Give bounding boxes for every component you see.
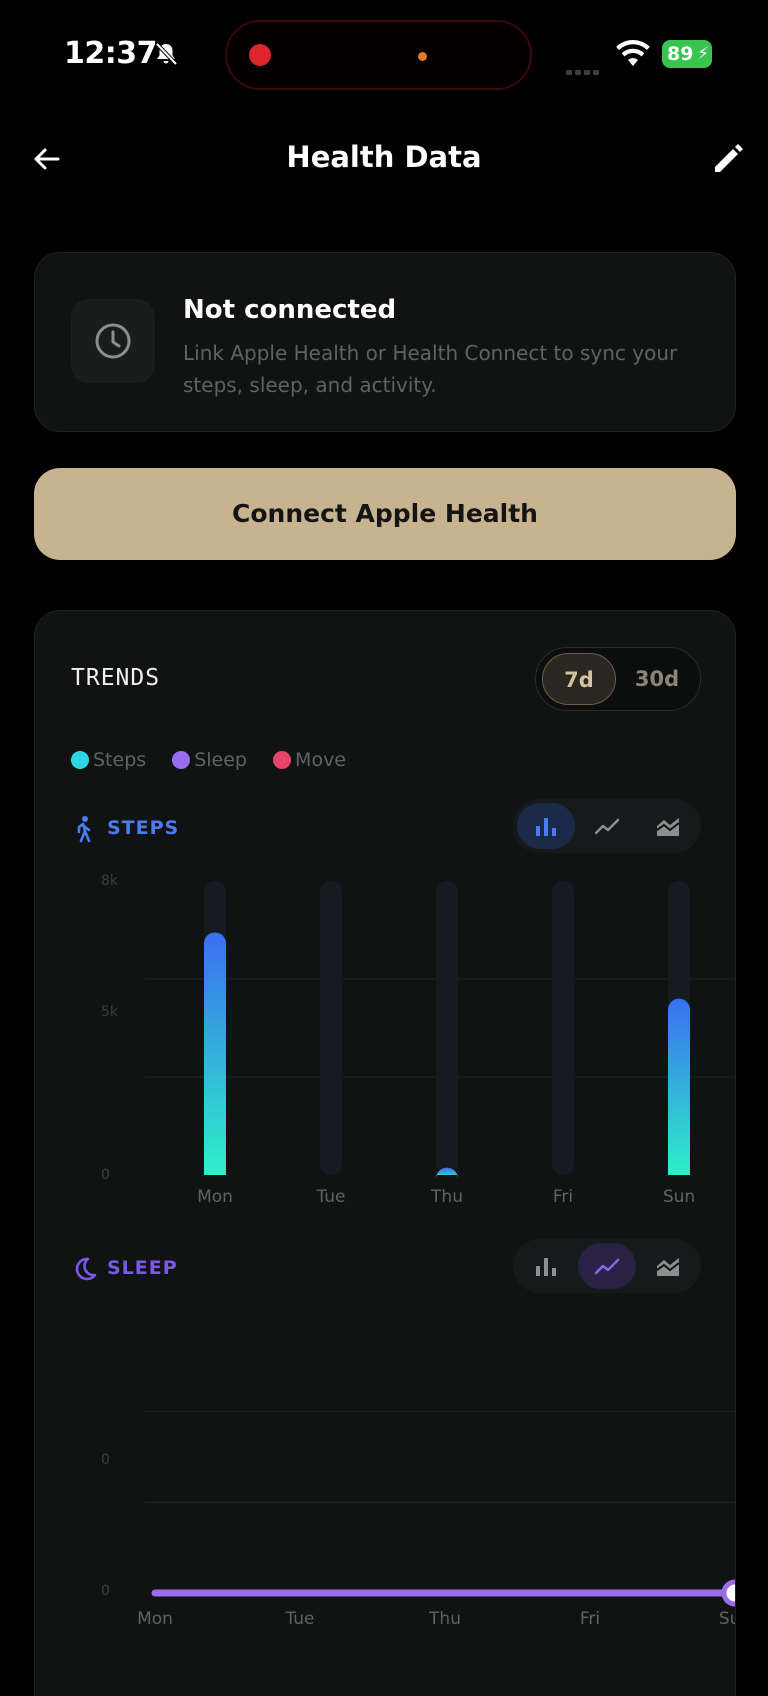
sleep-x-tick-label: Sun (718, 1609, 735, 1629)
header: Health Data (0, 120, 768, 200)
steps-area-view-button[interactable] (639, 803, 697, 849)
battery-level: 89 (667, 43, 694, 65)
sleep-x-tick-label: Tue (285, 1609, 315, 1629)
connection-status-card: Not connected Link Apple Health or Healt… (34, 252, 736, 432)
sleep-chart: 0 0 Mon Tue Thu Fri Sun (65, 1301, 736, 1641)
sleep-bar-view-button[interactable] (517, 1243, 575, 1289)
sleep-label: SLEEP (107, 1257, 178, 1279)
sleep-y-tick-label: 0 (101, 1451, 110, 1468)
moon-icon (75, 1257, 97, 1281)
sleep-x-tick-label: Fri (579, 1609, 601, 1629)
steps-x-tick-label: Fri (552, 1187, 574, 1207)
legend-item-steps: Steps (71, 749, 146, 771)
wifi-icon (616, 40, 650, 66)
sleep-area-view-button[interactable] (639, 1243, 697, 1289)
edit-pencil-icon[interactable] (710, 140, 746, 176)
status-time: 12:37 (64, 36, 158, 71)
sleep-chart-svg (145, 1411, 736, 1607)
trends-title: TRENDS (71, 665, 161, 691)
steps-chart-type-toggle (513, 799, 701, 853)
signal-icon (566, 60, 606, 75)
line-chart-icon (594, 818, 620, 835)
legend: Steps Sleep Move (71, 749, 366, 779)
steps-label: STEPS (107, 817, 180, 839)
area-chart-icon (656, 1258, 680, 1276)
connect-apple-health-button[interactable]: Connect Apple Health (34, 468, 736, 560)
steps-x-tick-label: Tue (316, 1187, 346, 1207)
sleep-chart-type-toggle (513, 1239, 701, 1293)
bell-muted-icon (155, 42, 178, 66)
area-chart-icon (656, 818, 680, 836)
steps-bar-track (320, 881, 342, 1175)
steps-bar-track (436, 881, 458, 1175)
sleep-x-tick-label: Mon (137, 1609, 173, 1629)
clock-icon (95, 323, 131, 359)
steps-x-tick-label: Thu (431, 1187, 463, 1207)
range-30d-button[interactable]: 30d (620, 653, 694, 705)
sleep-y-tick-label: 0 (101, 1583, 110, 1599)
page-title: Health Data (286, 140, 482, 174)
dynamic-island (225, 20, 532, 90)
charging-bolt-icon: ⚡ (697, 44, 709, 64)
steps-bar-track (552, 881, 574, 1175)
legend-item-move: Move (273, 749, 346, 771)
connection-status-title: Not connected (183, 295, 397, 325)
sleep-x-tick-label: Thu (429, 1609, 461, 1629)
steps-line-view-button[interactable] (578, 803, 636, 849)
bar-chart-icon (536, 1258, 556, 1276)
recording-indicator (249, 44, 271, 66)
range-7d-button[interactable]: 7d (542, 653, 616, 705)
range-toggle: 7d 30d (535, 647, 701, 711)
steps-x-tick-label: Mon (197, 1187, 233, 1207)
sleep-last-point[interactable] (721, 1579, 736, 1607)
connection-description: Link Apple Health or Health Connect to s… (183, 341, 678, 397)
steps-bar-view-button[interactable] (517, 803, 575, 849)
steps-y-tick-label: 0 (101, 1167, 110, 1183)
steps-bar[interactable] (204, 932, 226, 1175)
line-chart-icon (594, 1258, 620, 1275)
battery-indicator: 89 ⚡ (662, 40, 712, 68)
camera-indicator (418, 52, 427, 61)
clock-icon-box (71, 299, 155, 383)
legend-item-sleep: Sleep (172, 749, 247, 771)
steps-y-tick-label: 8k (101, 873, 119, 889)
steps-bar[interactable] (668, 998, 690, 1175)
trends-card: TRENDS 7d 30d Steps Sleep Move STEPS 8k 5… (34, 610, 736, 1696)
steps-y-tick-label: 5k (101, 1004, 119, 1021)
steps-x-tick-label: Sun (662, 1187, 696, 1207)
bar-chart-icon (536, 818, 556, 836)
walking-icon (77, 816, 91, 843)
sleep-line-view-button[interactable] (578, 1243, 636, 1289)
status-bar: 12:37 89 ⚡ (0, 0, 768, 112)
